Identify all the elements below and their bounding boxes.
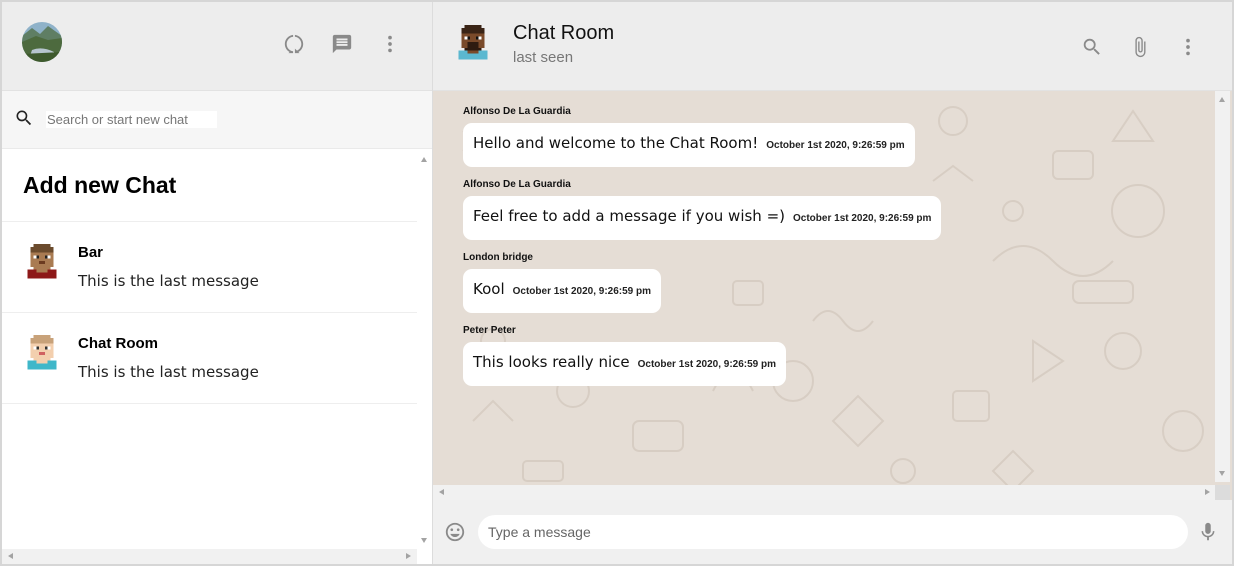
room-avatar-icon[interactable] xyxy=(455,25,491,65)
chat-list-item[interactable]: Chat Room This is the last message xyxy=(2,313,417,404)
message-area: Alfonso De La Guardia Hello and welcome … xyxy=(433,91,1232,500)
search-icon xyxy=(14,108,34,132)
add-new-chat-button[interactable]: Add new Chat xyxy=(2,149,417,222)
message-timestamp: October 1st 2020, 9:26:59 pm xyxy=(793,213,932,224)
message-bubble: Feel free to add a message if you wish =… xyxy=(463,196,942,240)
search-bar xyxy=(2,91,432,149)
chat-item-text: Bar This is the last message xyxy=(78,244,259,290)
message-text: Hello and welcome to the Chat Room! xyxy=(473,134,759,152)
status-icon[interactable] xyxy=(282,32,306,56)
chat-list-horizontal-scrollbar[interactable] xyxy=(2,549,417,564)
message-timestamp: October 1st 2020, 9:26:59 pm xyxy=(637,359,777,370)
message-list: Alfonso De La Guardia Hello and welcome … xyxy=(463,106,942,398)
message: Alfonso De La Guardia Hello and welcome … xyxy=(463,106,941,167)
message-timestamp: October 1st 2020, 9:26:59 pm xyxy=(766,140,905,151)
chat-item-name: Bar xyxy=(78,244,104,261)
more-vert-icon[interactable] xyxy=(378,32,402,56)
chat-item-text: Chat Room This is the last message xyxy=(78,335,259,381)
pixel-avatar-light-icon xyxy=(24,335,60,375)
scroll-down-arrow-icon[interactable] xyxy=(421,538,427,543)
composer xyxy=(433,500,1232,564)
message-bubble: This looks really nice October 1st 2020, … xyxy=(463,342,787,386)
message-text: Kool xyxy=(473,280,505,298)
search-input[interactable] xyxy=(46,111,217,128)
message-timestamp: October 1st 2020, 9:26:59 pm xyxy=(512,286,652,297)
chat-item-last-message: This is the last message xyxy=(78,363,259,381)
message-bubble: Kool October 1st 2020, 9:26:59 pm xyxy=(463,269,662,313)
scroll-down-arrow-icon[interactable] xyxy=(1219,471,1225,476)
attach-icon[interactable] xyxy=(1128,35,1152,59)
message-horizontal-scrollbar[interactable] xyxy=(433,485,1216,500)
chat-app: Add new Chat xyxy=(0,0,1234,566)
new-chat-icon[interactable] xyxy=(330,32,354,56)
scroll-left-arrow-icon[interactable] xyxy=(8,553,13,559)
sidebar: Add new Chat xyxy=(2,2,433,564)
chat-item-name: Chat Room xyxy=(78,335,158,352)
message-author: Alfonso De La Guardia xyxy=(463,179,571,190)
chat-list-vertical-scrollbar[interactable] xyxy=(417,151,432,549)
message-input[interactable] xyxy=(478,515,1188,549)
scroll-up-arrow-icon[interactable] xyxy=(421,157,427,162)
conversation-header: Chat Room last seen xyxy=(433,2,1232,91)
message-author: London bridge xyxy=(463,252,533,263)
chat-list-item[interactable]: Bar This is the last message xyxy=(2,222,417,313)
conversation-panel: Chat Room last seen Alfonso De La Guardi… xyxy=(433,2,1232,564)
scroll-up-arrow-icon[interactable] xyxy=(1219,97,1225,102)
chat-item-last-message: This is the last message xyxy=(78,272,259,290)
message-vertical-scrollbar[interactable] xyxy=(1215,91,1230,482)
room-info: Chat Room last seen xyxy=(513,22,614,66)
message-bubble: Hello and welcome to the Chat Room! Octob… xyxy=(463,123,915,167)
message: Peter Peter This looks really nice Octobe… xyxy=(463,325,941,386)
room-last-seen: last seen xyxy=(513,48,574,66)
message-author: Peter Peter xyxy=(463,325,516,336)
scroll-right-arrow-icon[interactable] xyxy=(1205,489,1210,495)
user-avatar[interactable] xyxy=(22,22,62,62)
mic-icon[interactable] xyxy=(1196,520,1220,544)
sidebar-header-actions xyxy=(282,32,402,56)
sidebar-header xyxy=(2,2,432,91)
more-vert-icon[interactable] xyxy=(1176,35,1200,59)
message: London bridge Kool October 1st 2020, 9:26… xyxy=(463,252,941,313)
chat-list: Add new Chat Bar This is the last messag… xyxy=(2,149,417,564)
scroll-left-arrow-icon[interactable] xyxy=(439,489,444,495)
conversation-header-actions xyxy=(1080,35,1200,59)
scroll-right-arrow-icon[interactable] xyxy=(406,553,411,559)
message-text: Feel free to add a message if you wish =… xyxy=(473,207,786,225)
scrollbar-corner xyxy=(1215,485,1230,500)
search-icon[interactable] xyxy=(1080,35,1104,59)
message: Alfonso De La Guardia Feel free to add a… xyxy=(463,179,942,240)
emoji-icon[interactable] xyxy=(443,520,467,544)
message-text: This looks really nice xyxy=(473,353,630,371)
room-title: Chat Room xyxy=(513,21,615,44)
pixel-avatar-dark-icon xyxy=(24,244,60,284)
add-new-chat-label: Add new Chat xyxy=(23,171,177,198)
message-author: Alfonso De La Guardia xyxy=(463,106,571,117)
